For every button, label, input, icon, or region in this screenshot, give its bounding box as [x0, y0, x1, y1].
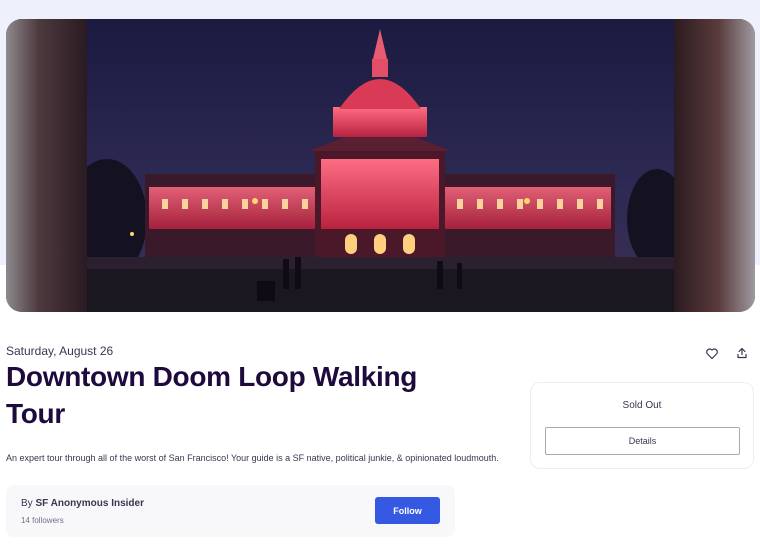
- event-hero-image: [6, 19, 755, 312]
- organizer-name[interactable]: SF Anonymous Insider: [35, 498, 144, 509]
- event-description: An expert tour through all of the worst …: [6, 453, 499, 463]
- ticket-status: Sold Out: [622, 400, 662, 411]
- like-button[interactable]: [702, 343, 722, 363]
- event-title: Downtown Doom Loop Walking Tour: [6, 361, 418, 429]
- share-icon: [737, 347, 747, 359]
- organizer-by-label: By: [21, 498, 33, 509]
- heart-icon: [706, 347, 718, 359]
- details-button[interactable]: Details: [545, 427, 740, 455]
- event-date: Saturday, August 26: [6, 344, 114, 358]
- organizer-card: By SF Anonymous Insider 14 followers Fol…: [6, 485, 455, 537]
- organizer-byline: By SF Anonymous Insider: [21, 498, 144, 509]
- follow-button[interactable]: Follow: [375, 497, 440, 524]
- ticket-card: Sold Out Details: [530, 382, 754, 469]
- organizer-followers: 14 followers: [21, 516, 64, 525]
- city-hall-photo: [87, 19, 674, 312]
- hero-blur-left: [6, 19, 87, 312]
- hero-blur-right: [674, 19, 755, 312]
- share-button[interactable]: [732, 343, 752, 363]
